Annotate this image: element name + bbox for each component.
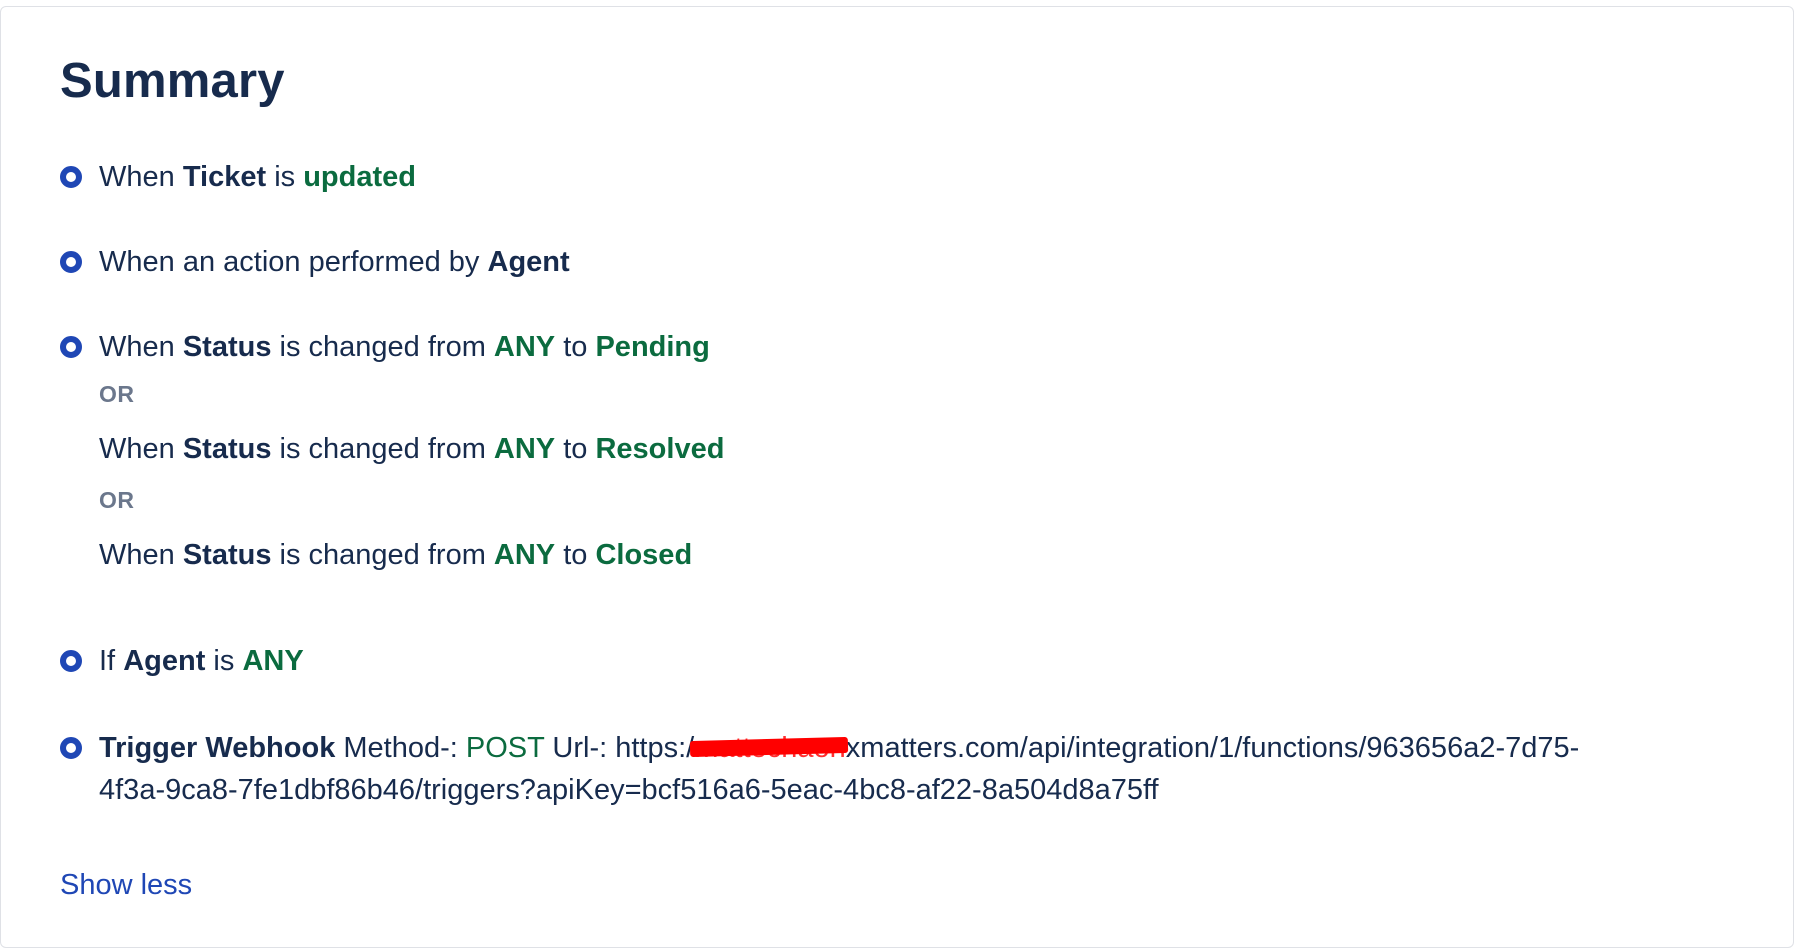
rule-text: If Agent is ANY <box>99 645 304 677</box>
bullet-icon <box>60 166 82 188</box>
webhook-method: POST <box>465 732 545 764</box>
rule-text: Trigger Webhook Method-: POST Url-: http… <box>99 727 1639 811</box>
rule-condition: When Status is changed from ANY to Resol… <box>99 433 725 465</box>
summary-panel: Summary When Ticket is updated When an a… <box>0 6 1794 948</box>
rule-text: When Ticket is updated <box>99 161 416 193</box>
rule-ticket-updated: When Ticket is updated <box>60 161 416 198</box>
rule-if-agent: If Agent is ANY <box>60 645 304 682</box>
rule-action-by-agent: When an action performed by Agent <box>60 246 570 283</box>
rule-condition: When Status is changed from ANY to Close… <box>99 539 693 571</box>
or-separator: OR <box>99 487 135 513</box>
rule-text: When an action performed by Agent <box>99 246 570 278</box>
redaction-mark: mattechaon <box>694 727 846 769</box>
bullet-icon <box>60 251 82 273</box>
bullet-icon <box>60 336 82 358</box>
rule-status-changed: When Status is changed from ANY to Pendi… <box>60 331 710 368</box>
show-less-link[interactable]: Show less <box>60 869 192 902</box>
or-separator: OR <box>99 381 135 407</box>
bullet-icon <box>60 737 82 759</box>
rule-text: When Status is changed from ANY to Pendi… <box>99 331 710 363</box>
summary-title: Summary <box>60 54 285 108</box>
bullet-icon <box>60 650 82 672</box>
rule-trigger-webhook: Trigger Webhook Method-: POST Url-: http… <box>60 732 1639 811</box>
